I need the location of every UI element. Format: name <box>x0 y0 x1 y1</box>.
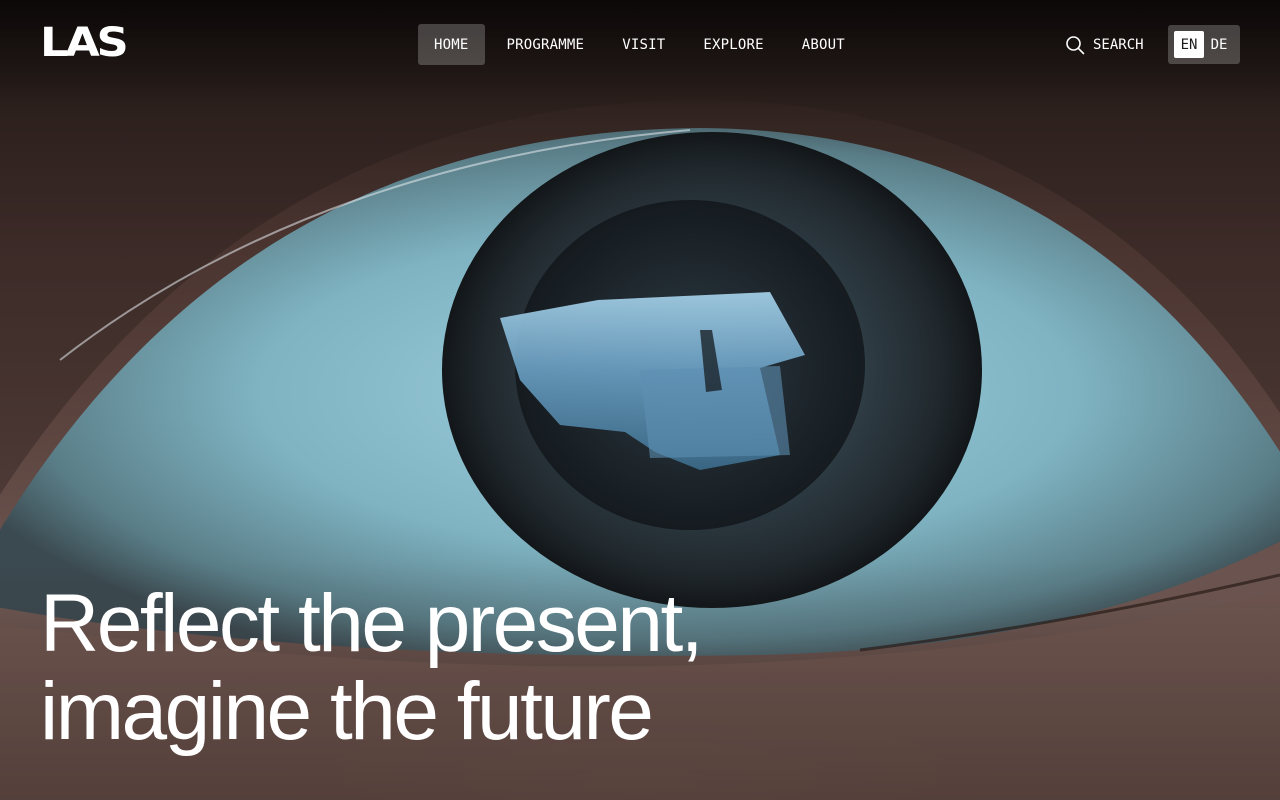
nav-item-about[interactable]: ABOUT <box>786 24 861 65</box>
las-logo[interactable]: LAS <box>40 23 154 63</box>
site-header: LAS HOME PROGRAMME VISIT EXPLORE ABOUT S… <box>0 0 1280 90</box>
search-icon <box>1066 36 1085 55</box>
headline-line-2: imagine the future <box>40 666 654 757</box>
nav-item-visit[interactable]: VISIT <box>606 24 681 65</box>
main-nav: HOME PROGRAMME VISIT EXPLORE ABOUT <box>418 24 861 65</box>
lang-option-de[interactable]: DE <box>1204 31 1234 58</box>
search-label: SEARCH <box>1093 37 1144 53</box>
nav-item-explore[interactable]: EXPLORE <box>687 24 779 65</box>
hero-section: Reflect the present, imagine the future <box>0 0 1280 800</box>
hero-headline: Reflect the present, imagine the future <box>40 580 940 756</box>
language-switcher: EN DE <box>1168 25 1240 64</box>
nav-item-home[interactable]: HOME <box>418 24 485 65</box>
lang-option-en[interactable]: EN <box>1174 31 1204 58</box>
nav-item-programme[interactable]: PROGRAMME <box>491 24 601 65</box>
headline-line-1: Reflect the present, <box>40 578 704 669</box>
search-button[interactable]: SEARCH <box>1065 33 1144 57</box>
